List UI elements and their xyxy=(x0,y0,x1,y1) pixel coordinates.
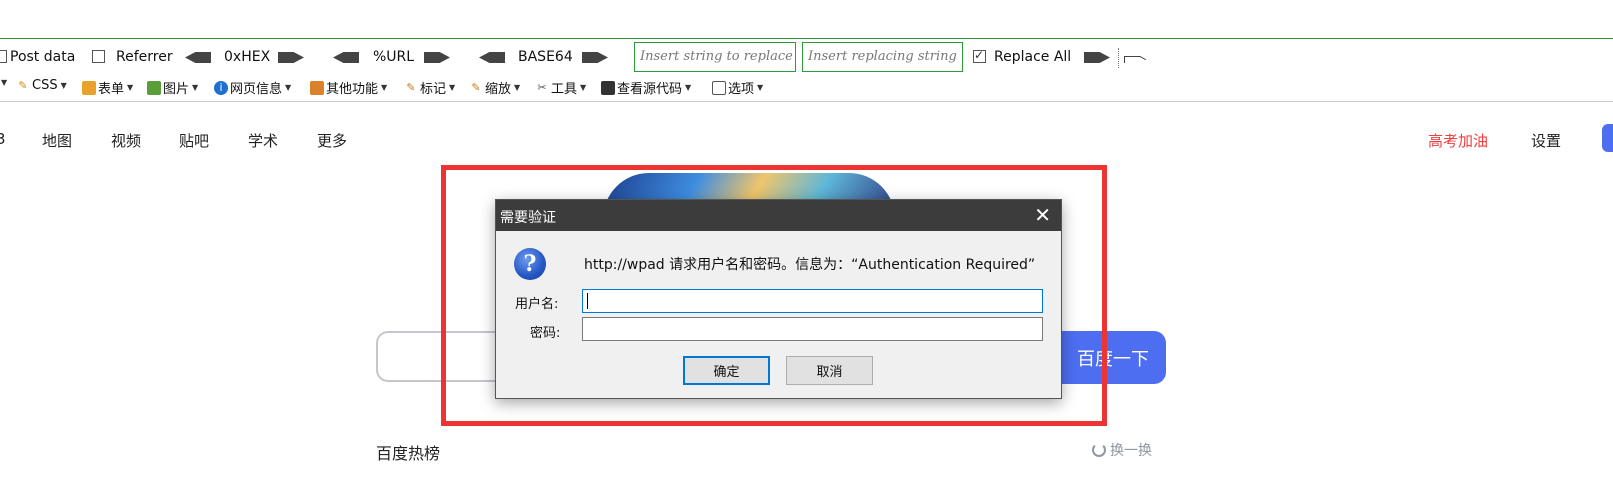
hex-encode-arrow-icon[interactable] xyxy=(278,52,304,63)
username-field[interactable] xyxy=(582,289,1043,313)
menu-other[interactable]: 其他功能 ▼ xyxy=(310,78,387,97)
source-icon xyxy=(601,80,615,95)
ok-button[interactable]: 确定 xyxy=(683,356,770,385)
menu-options-label: 选项 xyxy=(728,82,755,97)
password-label: 密码: xyxy=(530,326,561,341)
tools-icon: ✂ xyxy=(537,80,547,94)
auth-dialog: 需要验证 ✕ ? http://wpad 请求用户名和密码。信息为：“Authe… xyxy=(495,199,1062,399)
question-icon: ? xyxy=(514,248,546,280)
web-developer-toolbar: ▼ ✎ CSS ▼ 表单 ▼ 图片 ▼ i 网页信息 ▼ 其他功能 ▼ ✎ 标记 ▼ ✎ 缩… xyxy=(0,76,1613,98)
options-icon xyxy=(712,80,726,95)
toolbar-separator xyxy=(1118,48,1120,68)
nav-more[interactable]: 更多 xyxy=(317,130,347,151)
refresh-label: 换一换 xyxy=(1110,443,1152,459)
menu-view-source-label: 查看源代码 xyxy=(617,82,683,97)
referrer-label: Referrer xyxy=(116,49,173,65)
refresh-icon xyxy=(1092,443,1106,457)
hex-label: 0xHEX xyxy=(224,49,271,65)
nav-tieba[interactable]: 贴吧 xyxy=(179,130,209,151)
url-decode-arrow-icon[interactable] xyxy=(333,52,359,63)
menu-mark-label: 标记 xyxy=(420,82,447,97)
menu-view-source[interactable]: 查看源代码 ▼ xyxy=(601,78,691,97)
menu-zoom-label: 缩放 xyxy=(485,82,512,97)
menu-images-label: 图片 xyxy=(163,82,190,97)
replace-run-arrow-icon[interactable] xyxy=(1084,52,1110,63)
login-button[interactable] xyxy=(1602,124,1613,152)
nav-gaokao[interactable]: 高考加油 xyxy=(1428,130,1488,151)
dialog-message: http://wpad 请求用户名和密码。信息为：“Authentication… xyxy=(584,257,1036,273)
menu-css[interactable]: ✎ CSS ▼ xyxy=(16,78,66,93)
post-data-label: Post data xyxy=(10,49,76,65)
toolbar-divider xyxy=(0,101,1613,102)
replace-all-label: Replace All xyxy=(994,49,1072,65)
clipboard-icon xyxy=(82,80,96,95)
book-icon xyxy=(310,80,324,95)
base64-label: BASE64 xyxy=(518,49,573,65)
post-data-checkbox[interactable] xyxy=(0,50,7,63)
menu-zoom[interactable]: ✎ 缩放 ▼ xyxy=(469,78,520,98)
refresh-button[interactable]: 换一换 xyxy=(1092,440,1152,460)
nav-scholar[interactable]: 学术 xyxy=(248,130,278,151)
ruler-icon: ✎ xyxy=(471,80,481,94)
menu-mark[interactable]: ✎ 标记 ▼ xyxy=(404,78,455,98)
url-label: %URL xyxy=(373,49,415,65)
menu-options[interactable]: 选项 ▼ xyxy=(712,78,763,97)
toolbar-top-border xyxy=(0,38,1613,39)
dialog-titlebar[interactable]: 需要验证 ✕ xyxy=(496,200,1061,231)
replace-all-checkbox[interactable] xyxy=(973,48,986,63)
replace-next-arrow-icon[interactable] xyxy=(1124,52,1150,63)
menu-tools[interactable]: ✂ 工具 ▼ xyxy=(535,78,586,98)
menu-page-info-label: 网页信息 xyxy=(230,82,283,97)
referrer-checkbox[interactable] xyxy=(92,50,105,63)
username-label: 用户名: xyxy=(515,297,559,312)
image-icon xyxy=(147,80,161,95)
replacing-string-input[interactable]: Insert replacing string xyxy=(802,42,963,72)
hex-decode-arrow-icon[interactable] xyxy=(185,52,211,63)
menu-other-label: 其他功能 xyxy=(326,82,379,97)
menu-images[interactable]: 图片 ▼ xyxy=(147,78,198,97)
base64-decode-arrow-icon[interactable] xyxy=(479,52,505,63)
menu-form[interactable]: 表单 ▼ xyxy=(82,78,133,97)
wand-icon: ✎ xyxy=(18,78,28,92)
menu-tools-label: 工具 xyxy=(551,82,578,97)
url-encode-arrow-icon[interactable] xyxy=(424,52,450,63)
menu-page-info[interactable]: i 网页信息 ▼ xyxy=(214,78,291,97)
nav-video[interactable]: 视频 xyxy=(111,130,141,151)
base64-encode-arrow-icon[interactable] xyxy=(582,52,608,63)
menu-css-label: CSS xyxy=(32,78,58,93)
menu-partial-caret[interactable]: ▼ xyxy=(0,78,7,87)
hackbar-toolbar: Post data Referrer 0xHEX %URL BASE64 Ins… xyxy=(0,42,1613,72)
dialog-title: 需要验证 xyxy=(500,210,556,226)
nav-settings[interactable]: 设置 xyxy=(1531,130,1561,151)
password-field[interactable] xyxy=(582,317,1043,341)
nav-partial[interactable]: 3 xyxy=(0,130,6,148)
cancel-button[interactable]: 取消 xyxy=(786,356,873,385)
close-icon[interactable]: ✕ xyxy=(1034,203,1051,227)
insert-string-input[interactable]: Insert string to replace xyxy=(634,42,796,72)
info-icon: i xyxy=(214,80,228,95)
nav-map[interactable]: 地图 xyxy=(42,130,72,151)
menu-form-label: 表单 xyxy=(98,82,125,97)
hot-list-title: 百度热榜 xyxy=(376,444,441,463)
pencil-icon: ✎ xyxy=(406,80,416,94)
